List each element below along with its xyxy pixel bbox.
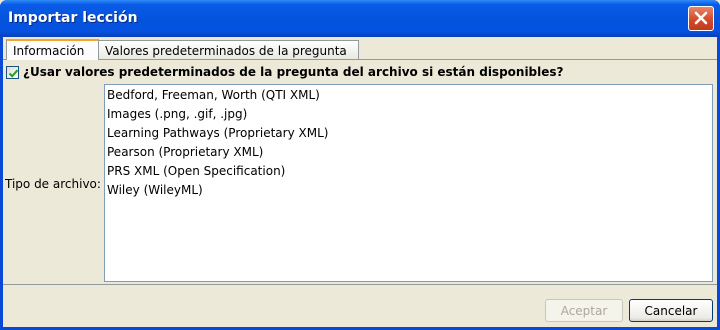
file-type-option[interactable]: Pearson (Proprietary XML) <box>106 143 711 162</box>
use-defaults-label[interactable]: ¿Usar valores predeterminados de la preg… <box>23 65 564 79</box>
file-type-option[interactable]: Images (.png, .gif, .jpg) <box>106 105 711 124</box>
accept-button[interactable]: Aceptar <box>545 299 623 322</box>
import-lesson-dialog: Importar lección Información Valores pre… <box>0 0 720 330</box>
file-type-option[interactable]: Bedford, Freeman, Worth (QTI XML) <box>106 86 711 105</box>
file-type-option[interactable]: PRS XML (Open Specification) <box>106 162 711 181</box>
file-type-option[interactable]: Wiley (WileyML) <box>106 181 711 200</box>
file-type-label: Tipo de archivo: <box>5 177 101 191</box>
use-defaults-checkbox[interactable] <box>6 66 19 79</box>
window-title: Importar lección <box>8 10 138 26</box>
dialog-body: Información Valores predeterminados de l… <box>3 37 717 327</box>
cancel-button[interactable]: Cancelar <box>629 299 713 322</box>
close-button[interactable] <box>688 6 714 31</box>
file-type-option[interactable]: Learning Pathways (Proprietary XML) <box>106 124 711 143</box>
tab-informacion[interactable]: Información <box>6 39 99 60</box>
file-type-list[interactable]: Bedford, Freeman, Worth (QTI XML) Images… <box>104 84 713 282</box>
title-bar[interactable]: Importar lección <box>0 0 720 37</box>
tab-valores-predeterminados[interactable]: Valores predeterminados de la pregunta <box>99 40 359 60</box>
